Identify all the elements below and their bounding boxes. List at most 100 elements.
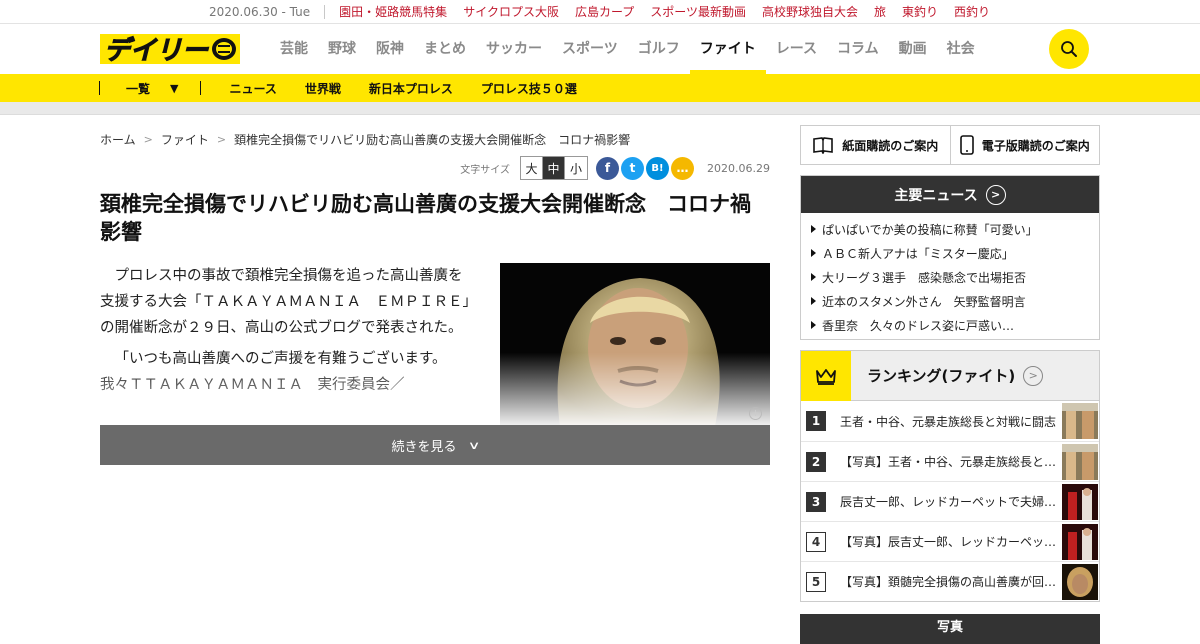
- list-dropdown[interactable]: 一覧 ▼: [126, 80, 178, 97]
- breadcrumb-fight[interactable]: ファイト: [161, 131, 209, 148]
- search-button[interactable]: [1049, 29, 1089, 69]
- top-link[interactable]: スポーツ最新動画: [650, 3, 746, 20]
- smartphone-icon: [959, 135, 974, 155]
- comment-icon[interactable]: …: [671, 156, 694, 180]
- triangle-right-icon: [811, 249, 816, 257]
- rank-number: 5: [806, 571, 826, 592]
- read-more-button[interactable]: 続きを見る ∨: [100, 425, 770, 465]
- chevron-down-icon: ∨: [468, 438, 481, 452]
- nav-item-geinou[interactable]: 芸能: [280, 24, 308, 74]
- news-item[interactable]: 香里奈 久々のドレス姿に戸惑い…: [811, 313, 1087, 337]
- top-link[interactable]: 高校野球独自大会: [762, 3, 858, 20]
- news-item-text: ぱいぱいでか美の投稿に称賛「可愛い」: [822, 222, 1038, 237]
- nav-item-column[interactable]: コラム: [837, 24, 879, 74]
- subnav-item-njpw[interactable]: 新日本プロレス: [369, 80, 453, 97]
- news-item-text: 近本のスタメン外さん 矢野監督明言: [822, 294, 1026, 309]
- top-link[interactable]: 園田・姫路競馬特集: [339, 3, 447, 20]
- rank-text: 王者・中谷、元暴走族総長と対戦に闘志: [840, 414, 1057, 429]
- article-tools: 文字サイズ 大 中 小 f t B! … 2020.06.29: [100, 152, 770, 184]
- nav-item-shakai[interactable]: 社会: [947, 24, 975, 74]
- nav-item-soccer[interactable]: サッカー: [486, 24, 542, 74]
- photo-section-header: 写真: [800, 614, 1100, 644]
- ranking-item[interactable]: 5 【写真】頚髄完全損傷の高山善廣が回…: [801, 561, 1099, 601]
- ranking-item[interactable]: 2 【写真】王者・中谷、元暴走族総長と…: [801, 441, 1099, 481]
- main-news-header[interactable]: 主要ニュース >: [801, 176, 1099, 213]
- triangle-right-icon: [811, 321, 816, 329]
- triangle-right-icon: [811, 225, 816, 233]
- nav-item-matome[interactable]: まとめ: [424, 24, 466, 74]
- ranking-item[interactable]: 1 王者・中谷、元暴走族総長と対戦に闘志: [801, 401, 1099, 441]
- rank-thumbnail-image: [1062, 563, 1098, 600]
- news-item[interactable]: ぱいぱいでか美の投稿に称賛「可愛い」: [811, 217, 1087, 241]
- main-news-title: 主要ニュース: [894, 187, 978, 204]
- news-item-text: 大リーグ３選手 感染懸念で出場拒否: [822, 270, 1027, 285]
- digital-subscription-button[interactable]: 電子版購読のご案内: [950, 125, 1100, 165]
- subnav-item-moves[interactable]: プロレス技５０選: [481, 80, 577, 97]
- article-headline: 頚椎完全損傷でリハビリ励む高山善廣の支援大会開催断念 コロナ禍影響: [100, 192, 751, 244]
- ranking-item[interactable]: 3 辰吉丈一郎、レッドカーペットで夫婦…: [801, 481, 1099, 521]
- subnav-item-world-title[interactable]: 世界戦: [305, 80, 341, 97]
- facebook-icon[interactable]: f: [596, 156, 619, 180]
- nav-item-fight[interactable]: ファイト: [689, 24, 766, 74]
- nav-item-douga[interactable]: 動画: [899, 24, 927, 74]
- ranking-item[interactable]: 4 【写真】辰吉丈一郎、レッドカーペッ…: [801, 521, 1099, 561]
- site-logo[interactable]: デイリー: [100, 32, 240, 67]
- daily-logo-icon: デイリー: [100, 34, 240, 67]
- rank-number: 4: [806, 531, 826, 552]
- digital-subscription-label: 電子版購読のご案内: [981, 138, 1090, 153]
- divider: [324, 4, 326, 19]
- rank-number: 1: [806, 411, 826, 431]
- subnav-item-news[interactable]: ニュース: [229, 80, 276, 97]
- breadcrumb: ホーム > ファイト > 頚椎完全損傷でリハビリ励む高山善廣の支援大会開催断念 …: [100, 126, 770, 152]
- rank-text: 【写真】辰吉丈一郎、レッドカーペッ…: [840, 535, 1057, 549]
- hatena-bookmark-icon[interactable]: B!: [646, 156, 669, 180]
- top-link[interactable]: 東釣り: [902, 3, 938, 20]
- divider: [200, 81, 202, 95]
- rank-thumbnail-image: [1062, 523, 1098, 560]
- read-more-label: 続きを見る: [391, 439, 457, 455]
- sub-nav: 一覧 ▼ ニュース 世界戦 新日本プロレス プロレス技５０選: [0, 74, 1200, 102]
- zoom-icon[interactable]: +: [749, 407, 762, 420]
- top-link[interactable]: 広島カープ: [575, 3, 634, 20]
- caret-down-icon: ▼: [170, 81, 179, 95]
- twitter-icon[interactable]: t: [621, 156, 644, 180]
- news-item[interactable]: 大リーグ３選手 感染懸念で出場拒否: [811, 265, 1087, 289]
- nav-item-golf[interactable]: ゴルフ: [638, 24, 680, 74]
- rank-thumbnail-image: [1062, 403, 1098, 439]
- top-link[interactable]: 西釣り: [954, 3, 990, 20]
- nav-item-hanshin[interactable]: 阪神: [376, 24, 404, 74]
- top-link[interactable]: サイクロプス大阪: [463, 3, 559, 20]
- font-size-large[interactable]: 大: [521, 157, 543, 179]
- breadcrumb-current: 頚椎完全損傷でリハビリ励む高山善廣の支援大会開催断念 コロナ禍影響: [234, 132, 631, 147]
- crown-icon-box: [801, 350, 851, 401]
- nav-item-sports[interactable]: スポーツ: [562, 24, 618, 74]
- subscription-links: 紙面購読のご案内 電子版購読のご案内: [800, 125, 1100, 165]
- article-photo[interactable]: +: [500, 263, 770, 426]
- sidebar: 紙面購読のご案内 電子版購読のご案内 主要ニュース > ぱいぱいでか美の投稿に称…: [800, 125, 1100, 644]
- divider: [99, 81, 100, 95]
- font-size-small[interactable]: 小: [565, 157, 587, 179]
- nav-item-yakyu[interactable]: 野球: [328, 24, 356, 74]
- global-nav: 芸能 野球 阪神 まとめ サッカー スポーツ ゴルフ ファイト レース コラム …: [280, 24, 995, 74]
- header-spacer: [0, 102, 1200, 115]
- ranking-header[interactable]: ランキング(ファイト) >: [801, 350, 1099, 401]
- font-size-medium[interactable]: 中: [543, 157, 565, 179]
- chevron-right-icon: >: [216, 132, 227, 146]
- paper-subscription-button[interactable]: 紙面購読のご案内: [800, 125, 951, 165]
- top-link[interactable]: 旅: [874, 3, 886, 20]
- breadcrumb-home[interactable]: ホーム: [100, 131, 136, 148]
- main-news-box: 主要ニュース > ぱいぱいでか美の投稿に称賛「可愛い」 ＡＢＣ新人アナは「ミスタ…: [800, 175, 1100, 340]
- news-item-text: 香里奈 久々のドレス姿に戸惑い…: [822, 318, 1015, 333]
- triangle-right-icon: [811, 273, 816, 281]
- wrestler-photo-image: [500, 263, 770, 426]
- rank-text: 辰吉丈一郎、レッドカーペットで夫婦…: [840, 495, 1057, 509]
- news-item[interactable]: ＡＢＣ新人アナは「ミスター慶応」: [811, 241, 1087, 265]
- news-item-text: ＡＢＣ新人アナは「ミスター慶応」: [822, 246, 1014, 261]
- article-body: プロレス中の事故で頚椎完全損傷を追った高山善廣を支援する大会「ＴＡＫＡＹＡＭＡＮ…: [100, 263, 770, 426]
- book-icon: [813, 137, 834, 154]
- nav-item-race[interactable]: レース: [776, 24, 817, 74]
- site-header: デイリー 芸能 野球 阪神 まとめ サッカー スポーツ ゴルフ ファイト レース…: [0, 24, 1200, 74]
- news-item[interactable]: 近本のスタメン外さん 矢野監督明言: [811, 289, 1087, 313]
- paper-subscription-label: 紙面購読のご案内: [842, 138, 939, 153]
- share-buttons: f t B! …: [594, 156, 694, 180]
